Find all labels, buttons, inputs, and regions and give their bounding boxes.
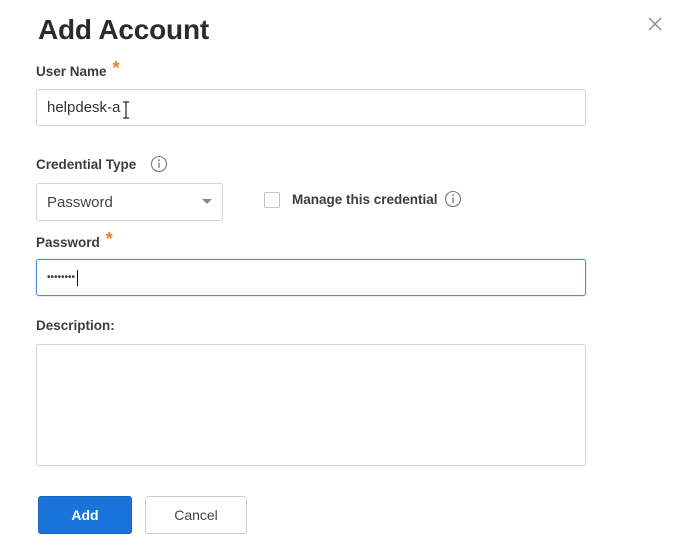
user-name-input[interactable]: helpdesk-a — [36, 89, 586, 126]
credential-type-label: Credential Type — [36, 155, 168, 173]
add-account-dialog: Add Account User Name * helpdesk-a Crede… — [0, 0, 681, 560]
user-name-label-text: User Name — [36, 64, 107, 79]
password-input[interactable]: •••••••• — [36, 259, 586, 296]
text-caret — [77, 269, 79, 286]
credential-type-selected: Password — [47, 193, 113, 211]
manage-credential-checkbox[interactable] — [264, 192, 280, 208]
required-mark: * — [112, 58, 120, 78]
required-mark: * — [105, 229, 113, 249]
info-icon[interactable] — [444, 190, 462, 208]
add-button[interactable]: Add — [38, 496, 132, 534]
credential-type-label-text: Credential Type — [36, 156, 137, 172]
user-name-value: helpdesk-a — [47, 99, 121, 116]
cancel-button[interactable]: Cancel — [145, 496, 247, 534]
password-value: •••••••• — [47, 272, 76, 283]
password-label: Password * — [36, 229, 113, 253]
close-icon[interactable] — [645, 14, 665, 34]
manage-credential-label: Manage this credential — [292, 190, 462, 208]
info-icon[interactable] — [150, 155, 168, 173]
password-label-text: Password — [36, 235, 100, 250]
manage-credential-label-text: Manage this credential — [292, 191, 438, 207]
description-label-text: Description: — [36, 318, 115, 333]
dialog-title: Add Account — [38, 14, 209, 45]
chevron-down-icon — [202, 199, 212, 204]
description-textarea[interactable] — [36, 344, 586, 466]
text-cursor-icon — [121, 100, 131, 119]
credential-type-select[interactable]: Password — [36, 183, 223, 221]
user-name-label: User Name * — [36, 58, 120, 82]
description-label: Description: — [36, 318, 115, 333]
